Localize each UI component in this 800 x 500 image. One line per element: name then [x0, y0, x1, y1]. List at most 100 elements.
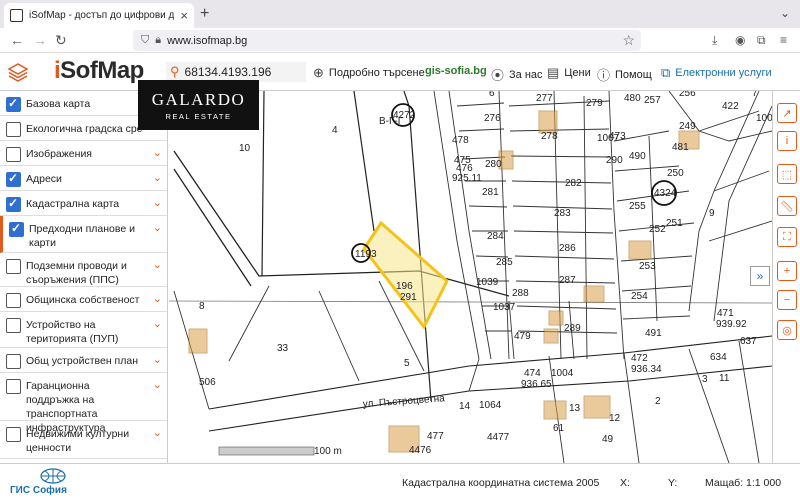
layer-row[interactable]: Адреси ⌄ [0, 166, 167, 191]
zoom-out-icon[interactable]: − [777, 290, 797, 310]
select-area-icon[interactable]: ⬚ [777, 164, 797, 184]
layer-row[interactable]: Предходни планове и карти ⌄ [0, 216, 167, 253]
advanced-search-link[interactable]: ⊕ Подробно търсене [313, 65, 425, 81]
search-icon: ⚲ [170, 64, 180, 79]
chevron-down-icon[interactable]: ⌄ [153, 426, 162, 439]
locate-icon[interactable]: ◎ [777, 320, 797, 340]
layer-checkbox[interactable] [6, 96, 21, 112]
shield-icon[interactable]: ⛉ [141, 34, 149, 47]
chevron-down-icon[interactable]: ⌄ [153, 353, 162, 366]
chevron-down-icon[interactable]: ⌄ [153, 221, 162, 234]
parcel-number: 289 [564, 323, 581, 334]
scale-bar-label: 100 m [314, 446, 342, 457]
parcel-number: 5 [404, 358, 410, 369]
eservices-link[interactable]: ⧉ Електронни услуги [661, 65, 772, 81]
forward-icon[interactable]: → [33, 32, 47, 48]
status-bar: ГИС София Кадастрална координатна систем… [0, 463, 800, 500]
layer-checkbox[interactable] [9, 221, 24, 237]
extensions-icon[interactable]: ⧉ [757, 33, 766, 48]
parcel-number: 279 [586, 98, 603, 109]
layer-checkbox[interactable] [6, 379, 21, 394]
layer-checkbox[interactable] [6, 122, 21, 137]
layer-checkbox[interactable] [6, 259, 21, 274]
parcel-number: 473 [609, 131, 626, 142]
chevron-down-icon[interactable]: ⌄ [153, 171, 162, 184]
layer-checkbox[interactable] [6, 171, 21, 187]
parcel-number: 277 [536, 93, 553, 104]
chevron-down-icon[interactable]: ⌄ [153, 378, 162, 391]
parcel-number: 49 [602, 434, 614, 445]
url-text[interactable]: www.isofmap.bg [167, 35, 247, 47]
menu-icon[interactable]: ≡ [780, 33, 787, 47]
chevron-down-icon[interactable]: ⌄ [153, 196, 162, 209]
layer-row[interactable]: Гаранционна поддръжка на транспортната и… [0, 373, 167, 434]
browser-tab-bar: iSofMap - достъп до цифрови да × + ⌄ [0, 0, 800, 28]
address-bar[interactable]: ⛉ 🔒︎ www.isofmap.bg ☆ [133, 30, 641, 51]
parcel-number: 14 [459, 401, 471, 412]
gis-sofia-link[interactable]: gis-sofia.bg [425, 65, 487, 77]
layer-checkbox[interactable] [6, 196, 21, 212]
new-tab-icon[interactable]: + [200, 5, 209, 23]
tab-title: iSofMap - достъп до цифрови да [29, 10, 175, 21]
zoom-in-icon[interactable]: + [777, 261, 797, 281]
layer-row[interactable]: Изображения ⌄ [0, 141, 167, 166]
downloads-icon[interactable]: ⤓ [712, 33, 717, 48]
chevron-down-icon[interactable]: ⌄ [153, 146, 162, 159]
back-icon[interactable]: ← [10, 32, 24, 48]
layers-icon[interactable] [7, 61, 29, 83]
browser-tab[interactable]: iSofMap - достъп до цифрови да × [4, 3, 194, 28]
lock-icon[interactable]: 🔒︎ [155, 34, 161, 47]
layer-row[interactable]: Подземни проводи и съоръжения (ППС) ⌄ [0, 253, 167, 287]
prices-icon: ▤ [547, 65, 560, 80]
layer-checkbox[interactable] [6, 427, 21, 442]
layer-row[interactable]: Общ устройствен план ⌄ [0, 348, 167, 373]
parcel-number: 61 [553, 423, 565, 434]
parcel-number: 2 [655, 396, 661, 407]
expand-map-button[interactable]: » [750, 266, 770, 286]
layer-row[interactable]: Недвижими културни ценности ⌄ [0, 421, 167, 459]
tab-list-icon[interactable]: ⌄ [780, 6, 790, 20]
layer-checkbox[interactable] [6, 318, 21, 333]
parcel-number: 491 [645, 328, 662, 339]
about-link[interactable]: ⦿ За нас [491, 65, 543, 84]
layer-checkbox[interactable] [6, 147, 21, 162]
parcel-number: 284 [487, 231, 504, 242]
open-external-icon[interactable]: ↗ [777, 103, 797, 123]
search-input[interactable]: ⚲ 68134.4193.196 [166, 62, 306, 82]
layer-label: Изображения [26, 148, 92, 160]
reload-icon[interactable]: ↻ [55, 32, 67, 49]
gis-sofia-logo[interactable]: ГИС София [10, 468, 70, 498]
cadastral-map[interactable]: 4272 276277278279 422280281282283284285286… [169, 91, 772, 463]
chevron-down-icon[interactable]: ⌄ [153, 317, 162, 330]
measure-icon[interactable]: 📏︎ [777, 196, 797, 216]
layer-checkbox[interactable] [6, 354, 21, 369]
parcel-number: 479 [514, 331, 531, 342]
help-link[interactable]: ⓘ Помощ [597, 65, 652, 84]
parcel-number: 291 [400, 292, 417, 303]
parcel-number: 1193 [355, 249, 377, 260]
layer-row[interactable]: Устройство на територията (ПУП) ⌄ [0, 312, 167, 348]
info-icon[interactable]: i [777, 131, 797, 151]
isofmap-logo[interactable]: iSofMap [54, 57, 144, 85]
crs-label: Кадастрална координатна система 2005 [402, 477, 600, 489]
search-value[interactable]: 68134.4193.196 [185, 65, 272, 79]
close-tab-icon[interactable]: × [180, 8, 188, 23]
chevron-down-icon[interactable]: ⌄ [153, 258, 162, 271]
parcel-number: 936.34 [631, 364, 662, 375]
parcel-number: 12 [609, 413, 621, 424]
bookmark-star-icon[interactable]: ☆ [622, 32, 635, 49]
layer-row[interactable]: Общинска собственост ⌄ [0, 287, 167, 312]
parcel-number: 471 [717, 308, 734, 319]
chevron-down-icon[interactable]: ⌄ [153, 292, 162, 305]
page-favicon-icon [10, 9, 23, 22]
layer-checkbox[interactable] [6, 293, 21, 308]
parcel-number: 196 [396, 281, 413, 292]
map-canvas[interactable]: 4272 276 277 278 279 422 280 281 282 283 284 285 286… [169, 91, 772, 463]
layer-row[interactable]: Кадастрална карта ⌄ [0, 191, 167, 216]
parcel-number: 290 [606, 155, 623, 166]
gis-sofia-label: gis-sofia.bg [425, 65, 487, 77]
layer-label: Предходни планове и карти [29, 223, 135, 249]
fullscreen-icon[interactable]: ⛶ [777, 227, 797, 247]
prices-link[interactable]: ▤ Цени [547, 65, 591, 81]
account-icon[interactable]: ◉ [735, 33, 745, 47]
